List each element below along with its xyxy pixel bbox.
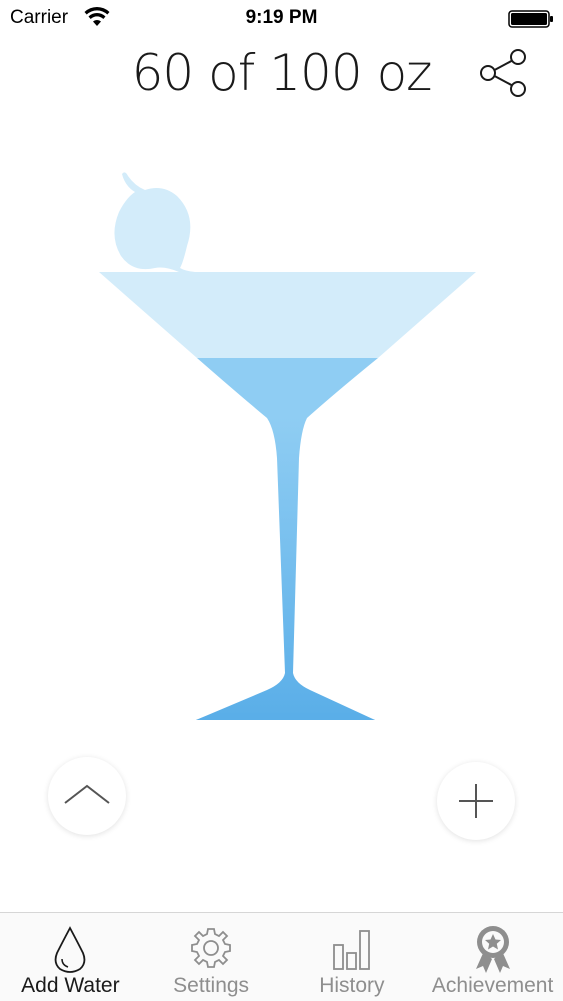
glass-bowl-water xyxy=(197,358,378,418)
tab-history[interactable]: History xyxy=(282,913,423,1001)
tab-settings[interactable]: Settings xyxy=(141,913,282,1001)
tab-add-water[interactable]: Add Water xyxy=(0,913,141,1001)
intake-unit: oz xyxy=(376,44,433,102)
award-ribbon-icon xyxy=(475,926,510,973)
intake-goal: 100 xyxy=(269,44,362,102)
tab-label: History xyxy=(319,974,385,997)
gear-icon xyxy=(191,928,232,968)
add-water-button[interactable] xyxy=(437,762,515,840)
chevron-up-icon xyxy=(64,784,110,804)
status-bar: Carrier 9:19 PM xyxy=(0,0,563,38)
expand-button[interactable] xyxy=(48,757,126,835)
clock: 9:19 PM xyxy=(245,7,318,28)
tab-label: Add Water xyxy=(21,974,120,997)
glass-stem xyxy=(196,418,375,720)
tab-achievement[interactable]: Achievement xyxy=(422,913,563,1001)
intake-separator: of xyxy=(208,44,255,102)
glass-base xyxy=(196,713,375,720)
water-glass xyxy=(99,172,476,720)
tab-label: Settings xyxy=(173,974,250,997)
plus-icon xyxy=(459,784,493,818)
tab-bar: Add Water Settings History Achievement xyxy=(0,912,563,1001)
glass-bowl-empty xyxy=(99,272,476,358)
water-drop-icon xyxy=(55,926,86,973)
bar-chart-icon xyxy=(332,930,370,970)
share-icon xyxy=(480,49,526,97)
intake-current: 60 xyxy=(131,44,195,102)
battery-icon xyxy=(508,10,553,28)
olive-icon xyxy=(114,172,195,272)
share-button[interactable] xyxy=(475,44,533,102)
tab-label: Achievement xyxy=(431,974,554,997)
